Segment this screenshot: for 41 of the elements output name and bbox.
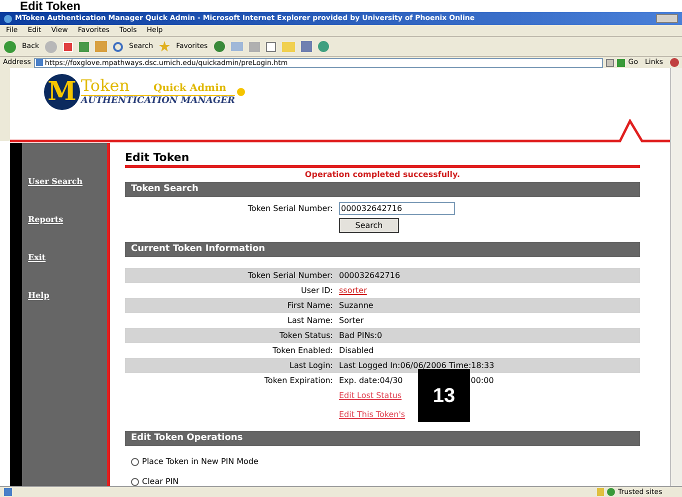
- star-icon[interactable]: [159, 41, 170, 52]
- option-label: Place Token in New PIN Mode: [142, 456, 258, 468]
- info-label: Token Expiration:: [263, 374, 333, 386]
- edit-link[interactable]: Edit Lost Status: [339, 390, 402, 402]
- info-value: Suzanne: [339, 300, 374, 312]
- ie-icon: [4, 14, 12, 22]
- edit-link[interactable]: Edit This Token's: [339, 409, 406, 421]
- page-heading: Edit Token: [20, 0, 80, 12]
- info-label: Last Name:: [286, 314, 333, 326]
- info-value: Sorter: [339, 314, 364, 326]
- info-label: Token Status:: [278, 330, 333, 342]
- info-value: 00:00: [470, 374, 494, 386]
- content-title: Edit Token: [125, 151, 190, 165]
- sidebar-link[interactable]: Help: [28, 289, 50, 301]
- info-label: Token Enabled:: [272, 344, 333, 356]
- step-badge: 13: [418, 369, 470, 422]
- section-header: Edit Token Operations: [125, 431, 640, 446]
- info-value: Bad PINs:0: [339, 330, 382, 342]
- sidebar-link[interactable]: Exit: [28, 251, 46, 263]
- info-value: 000032642716: [339, 270, 400, 282]
- info-value: Exp. date:04/30: [339, 374, 403, 386]
- info-label: Last Login:: [288, 360, 333, 372]
- serial-number-field[interactable]: 000032642716: [339, 202, 455, 215]
- field-label: Token Serial Number:: [246, 202, 333, 214]
- dropdown-icon[interactable]: [606, 58, 614, 66]
- info-label: First Name:: [286, 300, 333, 312]
- status-message: Operation completed successfully.: [304, 169, 462, 181]
- user-id-link[interactable]: ssorter: [339, 284, 367, 296]
- sidebar-link[interactable]: User Search: [28, 175, 83, 187]
- page-icon: [36, 59, 43, 66]
- section-header: Current Token Information: [125, 242, 640, 257]
- option-label: Clear PIN: [142, 476, 179, 488]
- info-label: User ID:: [300, 284, 333, 296]
- sidebar-link[interactable]: Reports: [28, 213, 64, 225]
- section-header: Token Search: [125, 182, 640, 197]
- info-value: Disabled: [339, 344, 374, 356]
- magnifier-icon[interactable]: [113, 42, 123, 52]
- info-label: Token Serial Number:: [246, 270, 333, 282]
- search-button[interactable]: Search: [339, 218, 399, 233]
- info-value: Last Logged In:06/06/2006 Time:18:33: [339, 360, 494, 372]
- radio-button[interactable]: [131, 458, 139, 466]
